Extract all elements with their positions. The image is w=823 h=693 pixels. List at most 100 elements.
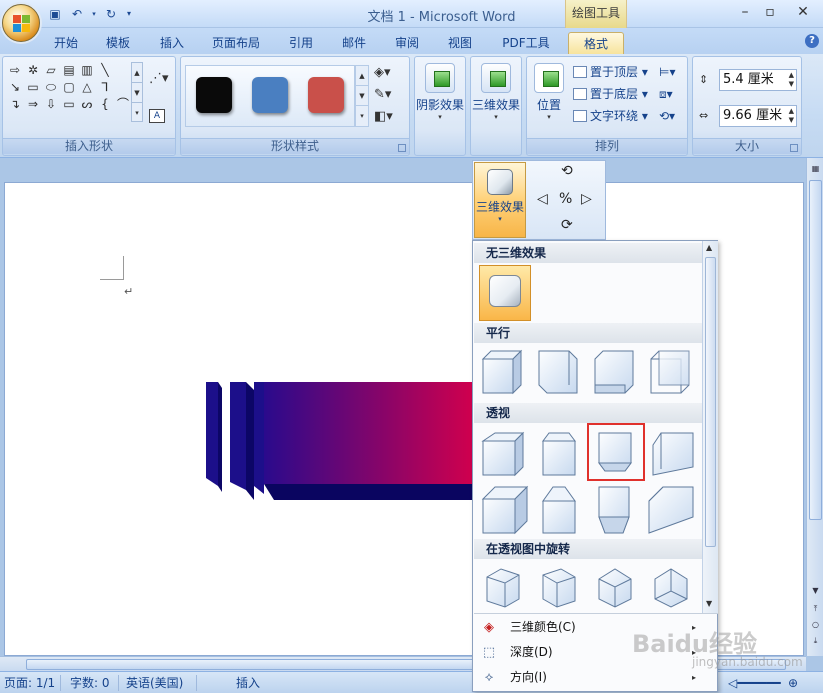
rounded-rect-shape-icon[interactable]: ▢	[61, 80, 77, 94]
width-input[interactable]: 9.66 厘米 ▲ ▼	[719, 105, 797, 127]
star-shape-icon[interactable]: ✲	[25, 63, 41, 77]
redo-icon[interactable]: ↻	[102, 6, 120, 22]
next-page-icon[interactable]: ⤓	[809, 634, 822, 648]
save-icon[interactable]: ▣	[46, 6, 64, 22]
status-language[interactable]: 英语(美国)	[126, 675, 183, 691]
group-objects-icon[interactable]: ⧈▾	[659, 85, 673, 103]
text-wrap-button[interactable]: 文字环绕 ▾	[573, 107, 648, 125]
tab-references[interactable]: 引用	[283, 32, 319, 54]
change-shape-icon[interactable]: ◧▾	[374, 109, 402, 131]
vertical-scrollbar[interactable]: ▦ ▼ ⤒ ○ ⤓	[806, 158, 823, 656]
rotate-option-4[interactable]	[647, 561, 695, 613]
perspective-option-1[interactable]	[479, 425, 527, 477]
ruler-toggle-icon[interactable]: ▦	[809, 162, 822, 176]
tilt-down-icon[interactable]: ⟳	[561, 217, 573, 233]
arc-shape-icon[interactable]: ⌒	[115, 97, 131, 111]
perspective-option-5[interactable]	[479, 481, 527, 533]
help-icon[interactable]: ?	[805, 34, 819, 48]
customize-qat-icon[interactable]: ▾	[124, 6, 134, 22]
elbow-connector-shape-icon[interactable]: ⅂	[97, 80, 113, 94]
vertical-textbox-shape-icon[interactable]: ▥	[79, 63, 95, 77]
tab-view[interactable]: 视图	[442, 32, 478, 54]
status-word-count[interactable]: 字数: 0	[70, 675, 110, 691]
parallel-option-3[interactable]	[591, 345, 639, 397]
shape-outline-icon[interactable]: ✎▾	[374, 87, 402, 109]
menu-direction[interactable]: ⟡ 方向(I) ▸	[474, 665, 702, 690]
3d-effects-dropdown-button[interactable]: 三维效果 ▾	[474, 162, 526, 238]
callout-shape-icon[interactable]: ▭	[61, 97, 77, 111]
gallery-scroll-up-icon[interactable]: ▲	[706, 243, 712, 252]
status-page[interactable]: 页面: 1/1	[4, 675, 55, 691]
rotate-icon[interactable]: ⟲▾	[659, 107, 675, 125]
cube-shape-icon[interactable]: ▱	[43, 63, 59, 77]
arrow-shape-icon[interactable]: ⇨	[7, 63, 23, 77]
undo-dropdown-icon[interactable]: ▾	[90, 6, 98, 22]
oval-shape-icon[interactable]: ⬭	[43, 80, 59, 94]
previous-page-icon[interactable]: ⤒	[809, 602, 822, 616]
shape-styles-scroll[interactable]: ▲ ▼ ▾	[355, 65, 369, 127]
tab-insert[interactable]: 插入	[154, 32, 190, 54]
brace-shape-icon[interactable]: {	[97, 97, 113, 111]
gallery-scroll-down-icon[interactable]: ▼	[706, 599, 712, 608]
rotate-option-3[interactable]	[591, 561, 639, 613]
gallery-scroll-thumb[interactable]	[705, 257, 716, 547]
zoom-slider-icon[interactable]: ◁━━━━━━	[728, 675, 781, 691]
tab-review[interactable]: 审阅	[389, 32, 425, 54]
perspective-option-7[interactable]	[591, 481, 639, 533]
perspective-option-2[interactable]	[535, 425, 583, 477]
close-icon[interactable]: ✕	[790, 3, 816, 21]
edit-points-icon[interactable]: ⋰▾	[149, 71, 169, 86]
textbox-shape-icon[interactable]: ▤	[61, 63, 77, 77]
status-insert-mode[interactable]: 插入	[236, 675, 260, 691]
tab-home[interactable]: 开始	[48, 32, 84, 54]
perspective-option-3-highlighted[interactable]	[587, 423, 645, 481]
align-icon[interactable]: ⊨▾	[659, 63, 675, 81]
rectangle-shape-icon[interactable]: ▭	[25, 80, 41, 94]
rotate-option-1[interactable]	[479, 561, 527, 613]
perspective-option-6[interactable]	[535, 481, 583, 533]
shadow-effects-button[interactable]: 阴影效果 ▾	[415, 63, 465, 121]
down-arrow-shape-icon[interactable]: ⇩	[43, 97, 59, 111]
tab-format[interactable]: 格式	[568, 32, 624, 54]
undo-icon[interactable]: ↶	[68, 6, 86, 22]
bring-to-front-button[interactable]: 置于顶层 ▾	[573, 63, 648, 81]
3d-gradient-shape[interactable]	[206, 382, 478, 502]
connector-shape-icon[interactable]: ↴	[7, 97, 23, 111]
line-shape-icon[interactable]: ╲	[97, 63, 113, 77]
perspective-option-8[interactable]	[647, 481, 695, 533]
shape-fill-icon[interactable]: ◈▾	[374, 65, 402, 87]
tab-mailings[interactable]: 邮件	[336, 32, 372, 54]
3d-effects-button[interactable]: 三维效果 ▾	[471, 63, 521, 121]
zoom-in-icon[interactable]: ⊕	[788, 675, 798, 691]
tab-templates[interactable]: 模板	[100, 32, 136, 54]
shape-style-blue[interactable]	[252, 77, 288, 113]
position-button[interactable]: 位置 ▾	[529, 63, 569, 121]
toggle-3d-icon[interactable]: %	[559, 191, 572, 207]
tilt-right-icon[interactable]: ▷	[581, 191, 592, 207]
diagonal-arrow-shape-icon[interactable]: ↘	[7, 80, 23, 94]
height-input[interactable]: 5.4 厘米 ▲ ▼	[719, 69, 797, 91]
rotate-option-2[interactable]	[535, 561, 583, 613]
right-arrow-shape-icon[interactable]: ⇒	[25, 97, 41, 111]
tab-pdf-tools[interactable]: PDF工具	[496, 32, 556, 54]
tilt-left-icon[interactable]: ◁	[537, 191, 548, 207]
parallel-option-1[interactable]	[479, 345, 527, 397]
scroll-down-icon[interactable]: ▼	[809, 584, 822, 598]
parallel-option-4[interactable]	[647, 345, 695, 397]
shape-style-black[interactable]	[196, 77, 232, 113]
minimize-icon[interactable]: –	[732, 3, 758, 21]
tilt-up-icon[interactable]: ⟲	[561, 163, 573, 179]
maximize-icon[interactable]: ▫	[757, 3, 783, 21]
tab-page-layout[interactable]: 页面布局	[206, 32, 266, 54]
shape-gallery-scroll[interactable]: ▲ ▼ ▾	[131, 62, 143, 122]
triangle-shape-icon[interactable]: △	[79, 80, 95, 94]
size-dialog-launcher-icon[interactable]	[790, 144, 798, 152]
parallel-option-2[interactable]	[535, 345, 583, 397]
office-button[interactable]	[2, 4, 40, 42]
vertical-scroll-thumb[interactable]	[809, 180, 822, 520]
curve-shape-icon[interactable]: ᔕ	[79, 97, 95, 111]
width-spinner[interactable]: ▲ ▼	[789, 107, 794, 125]
height-spinner[interactable]: ▲ ▼	[789, 71, 794, 89]
dialog-launcher-icon[interactable]	[398, 144, 406, 152]
shape-style-red[interactable]	[308, 77, 344, 113]
